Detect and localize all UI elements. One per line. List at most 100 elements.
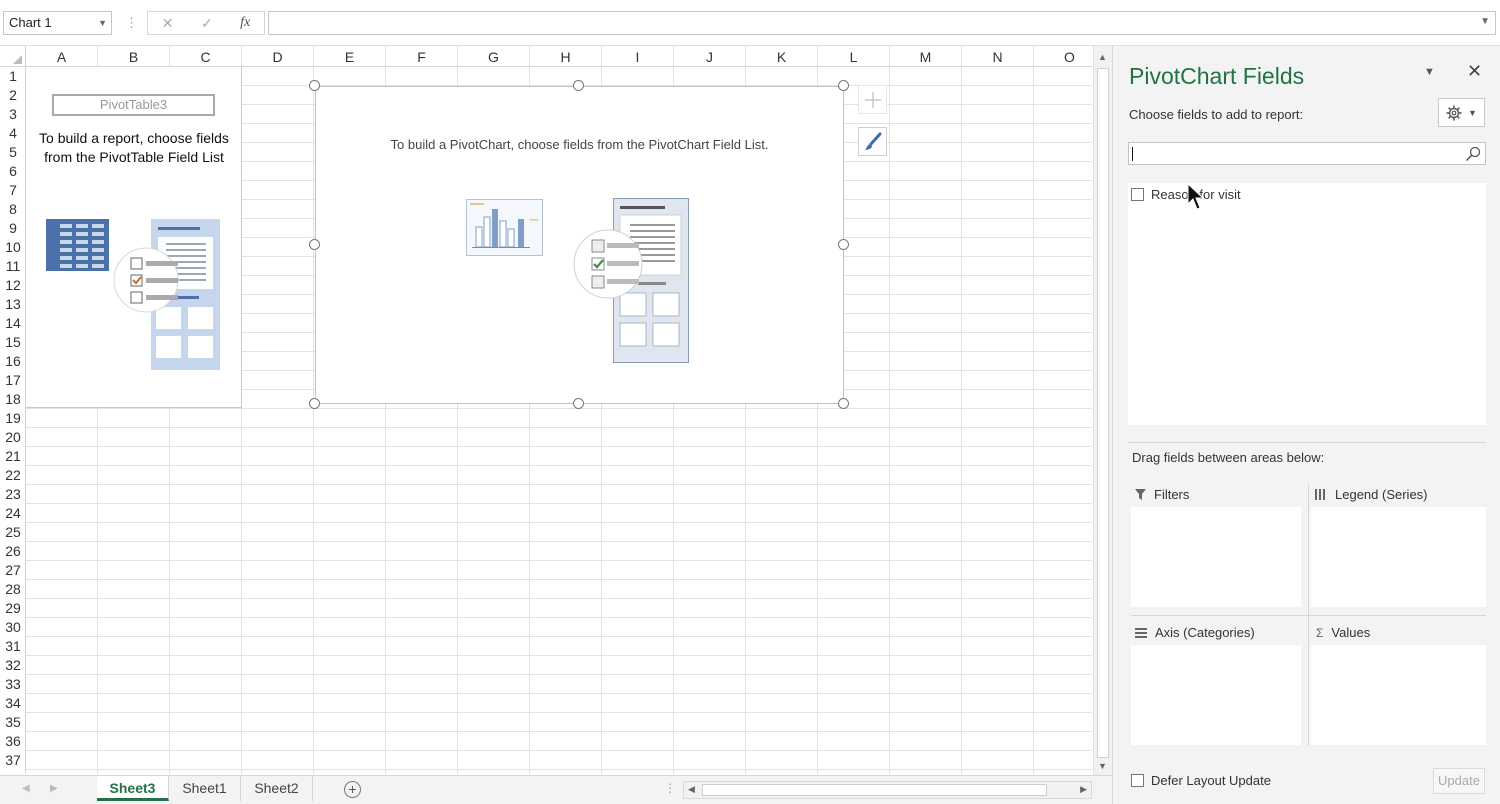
more-options-icon[interactable]: ⋮ bbox=[125, 15, 138, 31]
column-header[interactable]: N bbox=[962, 46, 1034, 67]
row-header[interactable]: 23 bbox=[0, 485, 26, 504]
update-button[interactable]: Update bbox=[1433, 768, 1485, 794]
vertical-scrollbar[interactable]: ▲ ▼ bbox=[1093, 46, 1112, 775]
row-header[interactable]: 19 bbox=[0, 409, 26, 428]
column-header[interactable]: E bbox=[314, 46, 386, 67]
row-header[interactable]: 16 bbox=[0, 352, 26, 371]
field-search-input[interactable] bbox=[1128, 142, 1486, 165]
column-header[interactable]: I bbox=[602, 46, 674, 67]
row-header[interactable]: 26 bbox=[0, 542, 26, 561]
row-header[interactable]: 36 bbox=[0, 732, 26, 751]
sheet-tab[interactable]: Sheet2 bbox=[241, 776, 313, 801]
defer-checkbox[interactable] bbox=[1131, 774, 1144, 787]
row-header[interactable]: 22 bbox=[0, 466, 26, 485]
scroll-down-icon[interactable]: ▼ bbox=[1098, 761, 1107, 771]
resize-handle-bottom-right[interactable] bbox=[838, 398, 849, 409]
row-header[interactable]: 34 bbox=[0, 694, 26, 713]
row-header[interactable]: 20 bbox=[0, 428, 26, 447]
defer-layout-update[interactable]: Defer Layout Update bbox=[1131, 773, 1271, 788]
row-header[interactable]: 28 bbox=[0, 580, 26, 599]
row-header[interactable]: 14 bbox=[0, 314, 26, 333]
resize-handle-right[interactable] bbox=[838, 239, 849, 250]
values-drop-area[interactable] bbox=[1311, 645, 1486, 745]
resize-handle-top-right[interactable] bbox=[838, 80, 849, 91]
insert-function-icon[interactable]: fx bbox=[240, 15, 250, 31]
axis-drop-area[interactable] bbox=[1131, 645, 1301, 745]
row-header[interactable]: 3 bbox=[0, 105, 26, 124]
horizontal-scrollbar[interactable]: ◀ ▶ bbox=[683, 781, 1092, 799]
row-header[interactable]: 7 bbox=[0, 181, 26, 200]
name-box[interactable]: Chart 1 ▼ bbox=[3, 11, 112, 35]
row-header[interactable]: 29 bbox=[0, 599, 26, 618]
row-header[interactable]: 18 bbox=[0, 390, 26, 409]
resize-handle-bottom-left[interactable] bbox=[309, 398, 320, 409]
pivot-chart[interactable]: To build a PivotChart, choose fields fro… bbox=[315, 86, 844, 404]
row-header[interactable]: 25 bbox=[0, 523, 26, 542]
row-header[interactable]: 2 bbox=[0, 86, 26, 105]
row-header[interactable]: 32 bbox=[0, 656, 26, 675]
vertical-scroll-thumb[interactable] bbox=[1097, 68, 1109, 758]
add-sheet-icon[interactable]: + bbox=[344, 781, 361, 798]
column-header[interactable]: A bbox=[26, 46, 98, 67]
row-header[interactable]: 17 bbox=[0, 371, 26, 390]
row-header[interactable]: 5 bbox=[0, 143, 26, 162]
chevron-down-icon[interactable]: ▼ bbox=[98, 12, 107, 34]
row-header[interactable]: 33 bbox=[0, 675, 26, 694]
resize-handle-top-left[interactable] bbox=[309, 80, 320, 91]
column-header[interactable]: H bbox=[530, 46, 602, 67]
scroll-up-icon[interactable]: ▲ bbox=[1098, 52, 1107, 62]
row-header[interactable]: 12 bbox=[0, 276, 26, 295]
scroll-right-icon[interactable]: ▶ bbox=[1080, 784, 1087, 795]
column-header[interactable]: D bbox=[242, 46, 314, 67]
field-checkbox[interactable] bbox=[1131, 188, 1144, 201]
horizontal-scroll-thumb[interactable] bbox=[702, 784, 1047, 796]
row-header[interactable]: 30 bbox=[0, 618, 26, 637]
row-header[interactable]: 27 bbox=[0, 561, 26, 580]
column-header[interactable]: M bbox=[890, 46, 962, 67]
row-header[interactable]: 8 bbox=[0, 200, 26, 219]
row-header[interactable]: 11 bbox=[0, 257, 26, 276]
column-header[interactable]: B bbox=[98, 46, 170, 67]
row-header[interactable]: 21 bbox=[0, 447, 26, 466]
search-icon[interactable] bbox=[1465, 146, 1481, 162]
column-header[interactable]: K bbox=[746, 46, 818, 67]
previous-sheet-icon[interactable]: ◀ bbox=[22, 783, 30, 794]
row-header[interactable]: 1 bbox=[0, 67, 26, 86]
column-header[interactable]: C bbox=[170, 46, 242, 67]
cancel-icon[interactable]: ✕ bbox=[162, 15, 174, 32]
row-header[interactable]: 9 bbox=[0, 219, 26, 238]
row-header[interactable]: 24 bbox=[0, 504, 26, 523]
scroll-left-icon[interactable]: ◀ bbox=[688, 784, 695, 795]
pivot-table-placeholder[interactable]: PivotTable3 To build a report, choose fi… bbox=[26, 67, 242, 408]
column-header[interactable]: F bbox=[386, 46, 458, 67]
row-header[interactable]: 31 bbox=[0, 637, 26, 656]
column-header[interactable]: L bbox=[818, 46, 890, 67]
filters-drop-area[interactable] bbox=[1131, 507, 1301, 607]
tools-button[interactable]: ▼ bbox=[1438, 98, 1485, 127]
column-header[interactable]: G bbox=[458, 46, 530, 67]
formula-input[interactable]: ▼ bbox=[268, 11, 1496, 35]
resize-handle-top[interactable] bbox=[573, 80, 584, 91]
row-header[interactable]: 35 bbox=[0, 713, 26, 732]
row-header[interactable]: 37 bbox=[0, 751, 26, 770]
pane-options-chevron-icon[interactable]: ▼ bbox=[1424, 66, 1435, 78]
close-icon[interactable]: ✕ bbox=[1467, 61, 1482, 82]
next-sheet-icon[interactable]: ▶ bbox=[50, 783, 58, 794]
column-header[interactable]: J bbox=[674, 46, 746, 67]
tab-splitter-icon[interactable]: ⋮ bbox=[664, 781, 676, 795]
column-header[interactable]: O bbox=[1034, 46, 1092, 67]
chart-elements-button[interactable] bbox=[858, 85, 887, 114]
resize-handle-left[interactable] bbox=[309, 239, 320, 250]
field-item-reason-for-visit[interactable]: Reason for visit bbox=[1131, 187, 1241, 202]
row-header[interactable]: 13 bbox=[0, 295, 26, 314]
expand-formula-bar-icon[interactable]: ▼ bbox=[1480, 16, 1490, 27]
row-header[interactable]: 6 bbox=[0, 162, 26, 181]
select-all-corner[interactable] bbox=[0, 46, 26, 67]
legend-drop-area[interactable] bbox=[1311, 507, 1486, 607]
enter-icon[interactable]: ✓ bbox=[201, 15, 213, 32]
resize-handle-bottom[interactable] bbox=[573, 398, 584, 409]
chart-styles-button[interactable] bbox=[858, 127, 887, 156]
row-header[interactable]: 10 bbox=[0, 238, 26, 257]
sheet-tab[interactable]: Sheet1 bbox=[169, 776, 241, 801]
sheet-tab[interactable]: Sheet3 bbox=[97, 776, 169, 801]
